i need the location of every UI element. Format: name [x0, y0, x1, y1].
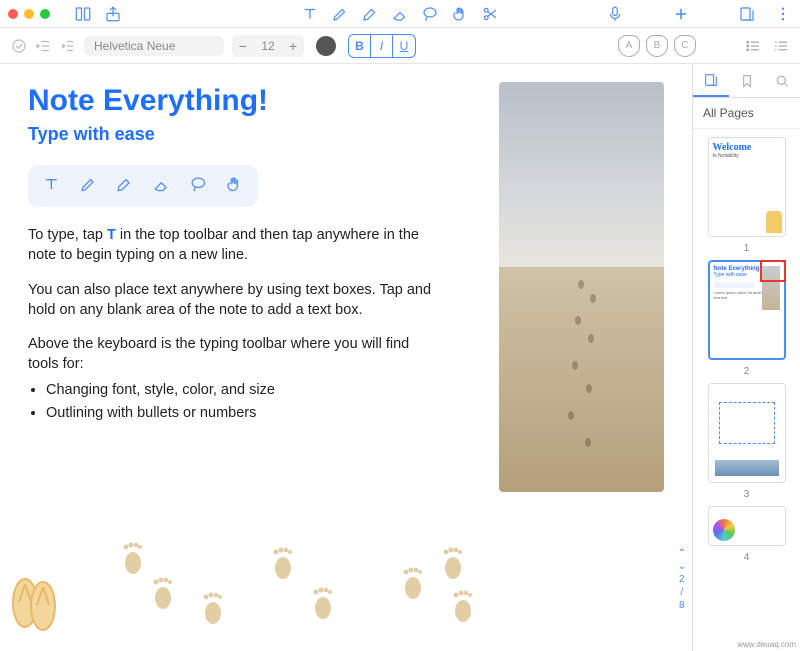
traffic-lights	[8, 9, 50, 19]
thumbnail-number: 4	[744, 552, 750, 563]
highlight-marker	[760, 260, 786, 282]
window-titlebar	[0, 0, 800, 28]
favorite-b[interactable]: B	[646, 35, 668, 57]
favorite-a[interactable]: A	[618, 35, 640, 57]
indent-icon[interactable]	[58, 37, 76, 55]
outdent-icon[interactable]	[34, 37, 52, 55]
page-total: 8	[679, 600, 685, 611]
font-size-increase[interactable]: +	[282, 35, 304, 57]
titlebar-right	[606, 5, 792, 23]
color-swatch[interactable]	[316, 36, 336, 56]
underline-button[interactable]: U	[393, 35, 415, 57]
page-control: ⌃ ⌄ 2 / 8	[678, 548, 686, 611]
more-icon[interactable]	[774, 5, 792, 23]
tool-tray	[28, 165, 258, 207]
favorite-c[interactable]: C	[674, 35, 696, 57]
footprints-decoration	[10, 541, 522, 631]
tray-highlighter-icon[interactable]	[115, 175, 134, 197]
hand-tool-icon[interactable]	[451, 5, 469, 23]
page-thumbnail[interactable]: Welcometo Notability	[708, 137, 786, 237]
maximize-window-button[interactable]	[40, 9, 50, 19]
page-sep: /	[680, 587, 683, 598]
microphone-icon[interactable]	[606, 5, 624, 23]
bold-button[interactable]: B	[349, 35, 371, 57]
tray-text-icon[interactable]	[42, 175, 61, 197]
paragraph-2: You can also place text anywhere by usin…	[28, 280, 438, 321]
minimize-window-button[interactable]	[24, 9, 34, 19]
toolbar-tools	[301, 5, 499, 23]
pages-sidebar: All Pages Welcometo Notability 1 Note Ever…	[692, 64, 800, 651]
tab-bookmarks[interactable]	[729, 64, 765, 97]
p1-text-a: To type, tap	[28, 227, 107, 243]
thumbnails-list: Welcometo Notability 1 Note Everything!Typ…	[693, 129, 800, 651]
text-style-group: B I U	[348, 34, 416, 58]
text-tool-icon[interactable]	[301, 5, 319, 23]
page-current: 2	[679, 574, 685, 585]
watermark: www.deuaq.com	[737, 640, 796, 649]
font-selector[interactable]: Helvetica Neue	[84, 36, 224, 56]
format-bar: Helvetica Neue − 12 + B I U A B C	[0, 28, 800, 64]
sidebar-header: All Pages	[693, 98, 800, 129]
scissors-tool-icon[interactable]	[481, 5, 499, 23]
favorites-group: A B C	[618, 35, 696, 57]
italic-button[interactable]: I	[371, 35, 393, 57]
page-thumbnail[interactable]	[708, 383, 786, 483]
pages-panel-icon[interactable]	[738, 5, 756, 23]
font-size-decrease[interactable]: −	[232, 35, 254, 57]
checklist-icon[interactable]	[772, 37, 790, 55]
tray-hand-icon[interactable]	[225, 175, 244, 197]
page-down-icon[interactable]: ⌄	[678, 561, 686, 572]
list-style-group	[744, 37, 790, 55]
lasso-tool-icon[interactable]	[421, 5, 439, 23]
tray-eraser-icon[interactable]	[152, 175, 171, 197]
tray-pencil-icon[interactable]	[79, 175, 98, 197]
highlighter-tool-icon[interactable]	[361, 5, 379, 23]
tab-search[interactable]	[764, 64, 800, 97]
pencil-tool-icon[interactable]	[331, 5, 349, 23]
library-icon[interactable]	[74, 5, 92, 23]
flipflop-icon	[10, 576, 60, 631]
paragraph-1: To type, tap T in the top toolbar and th…	[28, 225, 438, 266]
main-row: Note Everything! Type with ease To type,…	[0, 64, 800, 651]
bullet-list-icon[interactable]	[744, 37, 762, 55]
tab-pages[interactable]	[693, 64, 729, 97]
p1-t-glyph: T	[107, 227, 116, 243]
page-thumbnail[interactable]	[708, 506, 786, 546]
sidebar-tabs	[693, 64, 800, 98]
eraser-tool-icon[interactable]	[391, 5, 409, 23]
share-icon[interactable]	[104, 5, 122, 23]
tray-lasso-icon[interactable]	[189, 175, 208, 197]
font-size-value: 12	[254, 39, 282, 53]
titlebar-left	[8, 5, 122, 23]
thumbnail-number: 1	[744, 243, 750, 254]
page-up-icon[interactable]: ⌃	[678, 548, 686, 559]
beach-image	[499, 82, 664, 492]
thumbnail-number: 3	[744, 489, 750, 500]
page-thumbnail[interactable]: Note Everything!Type with easeLorem ipsu…	[708, 260, 786, 360]
thumbnail-number: 2	[744, 366, 750, 377]
font-size-stepper: − 12 +	[232, 35, 304, 57]
close-window-button[interactable]	[8, 9, 18, 19]
add-icon[interactable]	[672, 5, 690, 23]
checkmark-circle-icon[interactable]	[10, 37, 28, 55]
paragraph-3: Above the keyboard is the typing toolbar…	[28, 334, 438, 375]
note-canvas[interactable]: Note Everything! Type with ease To type,…	[0, 64, 692, 651]
